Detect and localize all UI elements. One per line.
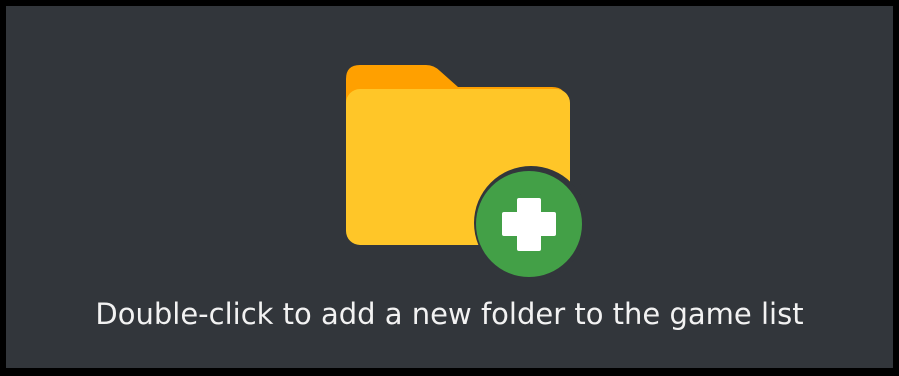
plus-sign-horizontal bbox=[502, 212, 556, 236]
add-folder-hint-text: Double-click to add a new folder to the … bbox=[95, 297, 804, 331]
add-folder-drop-area[interactable]: Double-click to add a new folder to the … bbox=[6, 6, 893, 368]
game-list-window: Double-click to add a new folder to the … bbox=[0, 0, 899, 376]
folder-add-icon bbox=[346, 65, 588, 280]
